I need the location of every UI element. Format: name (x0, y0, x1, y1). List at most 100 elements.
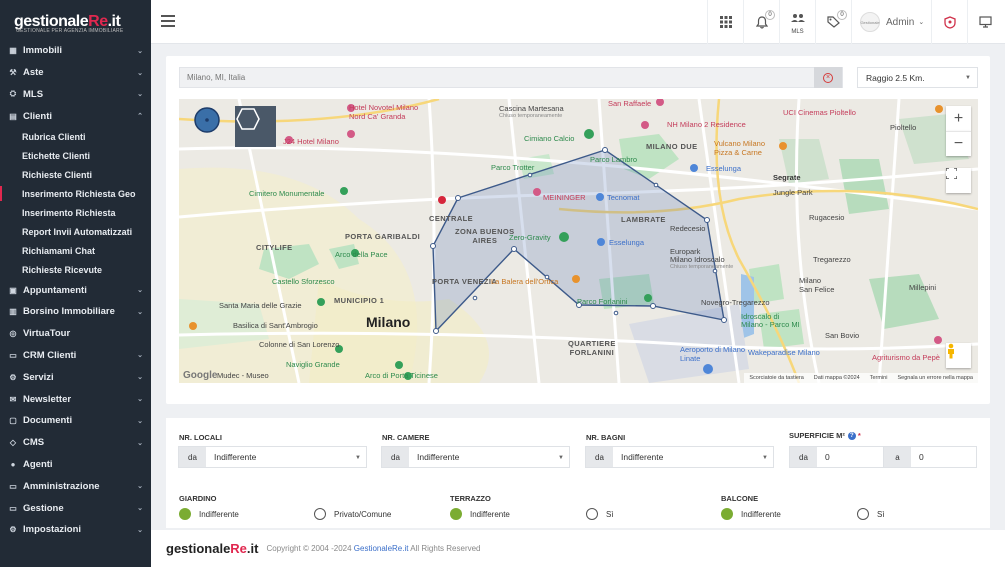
chevron-down-icon: ⌄ (137, 352, 143, 360)
map-label-segrate: Segrate (773, 173, 801, 182)
attrib-shortcuts[interactable]: Scorciatoie da tastiera (749, 375, 803, 381)
sidebar-item-crm-clienti[interactable]: ▭ CRM Clienti ⌄ (0, 345, 151, 367)
sidebar-subitem-inserimento-richiesta[interactable]: Inserimento Richiesta (0, 203, 151, 222)
cms-icon: ◇ (9, 438, 17, 448)
sidebar-item-clienti[interactable]: ▤ Clienti ⌃ (0, 105, 151, 127)
map-label-meininger: MEININGER (543, 193, 586, 202)
map-label-zero-gravity: Zero-Gravity (509, 233, 551, 242)
chevron-down-icon: ⌄ (137, 91, 143, 99)
chevron-down-icon: ⌄ (137, 47, 143, 55)
logo[interactable]: gestionaleRe.it (0, 0, 151, 44)
mls-button[interactable]: MLS (779, 0, 815, 44)
map-label-cimiano: Cimiano Calcio (524, 134, 575, 143)
sidebar-item-virtuatour[interactable]: ◎ VirtuaTour (0, 323, 151, 345)
locali-select[interactable]: da Indifferente ▼ (178, 446, 367, 468)
map-label-pioltello: Pioltello (890, 123, 917, 132)
attrib-report[interactable]: Segnala un errore nella mappa (897, 375, 973, 381)
terrazzo-opt1-label: Indifferente (470, 509, 510, 519)
superficie-from-field[interactable]: da 0 (789, 446, 884, 468)
circle-tool-button[interactable] (193, 106, 234, 147)
gestione-icon: ▭ (9, 503, 17, 513)
caret-down-icon: ▼ (355, 455, 361, 461)
sidebar-item-documenti[interactable]: ▢ Documenti ⌄ (0, 410, 151, 432)
sidebar-subitem-report-invii-automatizzati[interactable]: Report Invii Automatizzati (0, 222, 151, 241)
caret-down-icon: ▼ (965, 75, 971, 81)
footer-link[interactable]: GestionaleRe.it (354, 544, 409, 553)
attrib-terms[interactable]: Termini (870, 375, 888, 381)
radio-checked-icon (721, 508, 733, 520)
sidebar-subitem-inserimento-richiesta-geo[interactable]: Inserimento Richiesta Geo (0, 184, 151, 203)
balcone-opt2-radio[interactable]: Sì (857, 508, 885, 520)
map-label-redecesio: Redecesio (670, 224, 706, 233)
zoom-in-button[interactable]: + (946, 106, 971, 131)
map-label-mudec: Mudec - Museo (217, 371, 269, 380)
location-search: × (179, 67, 843, 88)
notifications-button[interactable]: 0 (743, 0, 779, 44)
sidebar-menu: ▦ Immobili ⌄ ⚒ Aste ⌄ ⛭ MLS ⌄ ▤ Clienti ⌃ Rubrica Cl… (0, 40, 151, 541)
grid-icon (719, 16, 732, 28)
sidebar-item-aste[interactable]: ⚒ Aste ⌄ (0, 62, 151, 84)
users-icon (790, 14, 805, 22)
search-input[interactable] (180, 68, 816, 87)
sidebar-subitem-richieste-clienti[interactable]: Richieste Clienti (0, 165, 151, 184)
sidebar-subitem-etichette-clienti[interactable]: Etichette Clienti (0, 146, 151, 165)
attrib-data: Dati mappa ©2024 (813, 375, 860, 381)
superficie-to-prefix: a (884, 447, 911, 467)
map-label-castello: Castello Sforzesco (272, 277, 335, 286)
map-label-nh: NH Milano 2 Residence (667, 120, 746, 129)
sidebar-item-borsino-immobiliare[interactable]: ▥ Borsino Immobiliare ⌄ (0, 301, 151, 323)
label-terrazzo: TERRAZZO (450, 494, 491, 503)
map-label-san-felice: Milano San Felice (799, 276, 835, 294)
sidebar-item-agenti[interactable]: ● Agenti (0, 454, 151, 476)
sidebar-item-label: MLS (23, 88, 44, 100)
sidebar-item-newsletter[interactable]: ✉ Newsletter ⌄ (0, 388, 151, 410)
terrazzo-opt2-radio[interactable]: Sì (586, 508, 614, 520)
sidebar-subitem-rubrica-clienti[interactable]: Rubrica Clienti (0, 127, 151, 146)
sidebar-item-cms[interactable]: ◇ CMS ⌄ (0, 432, 151, 454)
polygon-tool-button[interactable] (235, 106, 276, 147)
sidebar-item-mls[interactable]: ⛭ MLS ⌄ (0, 84, 151, 106)
sidebar-item-label: CRM Clienti (23, 349, 77, 361)
security-button[interactable] (931, 0, 967, 44)
bagni-select[interactable]: da Indifferente ▼ (585, 446, 774, 468)
sidebar-item-gestione[interactable]: ▭ Gestione ⌄ (0, 497, 151, 519)
chevron-down-icon: ⌄ (137, 396, 143, 404)
clipboard-icon: ▤ (9, 111, 17, 121)
apps-grid-button[interactable] (707, 0, 743, 44)
clear-search-button[interactable]: × (814, 67, 842, 88)
camere-select[interactable]: da Indifferente ▼ (381, 446, 570, 468)
calendar-icon: ▣ (9, 285, 17, 295)
sidebar-item-impostazioni[interactable]: ⚙ Impostazioni ⌄ (0, 519, 151, 541)
map-label-esselunga-2: Esselunga (609, 238, 645, 247)
shield-icon (943, 15, 956, 29)
superficie-to-field[interactable]: a 0 (883, 446, 977, 468)
map[interactable]: Hotel Novotel Milano Nord Ca' Granda Casc… (179, 99, 978, 383)
sidebar-subitem-richieste-ricevute[interactable]: Richieste Ricevute (0, 260, 151, 279)
sidebar-item-immobili[interactable]: ▦ Immobili ⌄ (0, 40, 151, 62)
fullscreen-icon (946, 168, 957, 179)
sidebar-subitem-richiamami-chat[interactable]: Richiamami Chat (0, 241, 151, 260)
sidebar-item-servizi[interactable]: ⚙ Servizi ⌄ (0, 366, 151, 388)
tags-button[interactable]: 0 (815, 0, 851, 44)
monitor-button[interactable] (967, 0, 1003, 44)
balcone-opt1-radio[interactable]: Indifferente (721, 508, 781, 520)
sidebar-item-label: Aste (23, 67, 44, 79)
sidebar-item-label: Agenti (23, 458, 53, 470)
map-label-citylife: CITYLIFE (256, 243, 293, 252)
help-icon[interactable]: ? (847, 431, 856, 440)
map-label-colonne: Colonne di San Lorenzo (259, 340, 340, 349)
filters-panel: NR. LOCALI da Indifferente ▼ NR. CAMERE d… (166, 418, 990, 528)
admin-menu[interactable]: Gestionale Admin ⌄ (851, 0, 935, 44)
terrazzo-opt1-radio[interactable]: Indifferente (450, 508, 510, 520)
sidebar-item-appuntamenti[interactable]: ▣ Appuntamenti ⌄ (0, 279, 151, 301)
giardino-opt1-radio[interactable]: Indifferente (179, 508, 239, 520)
hamburger-icon[interactable] (161, 15, 175, 30)
notifications-badge: 0 (765, 10, 775, 20)
street-view-button[interactable] (946, 343, 971, 368)
sidebar: gestionaleRe.it GESTIONALE PER AGENZIA I… (0, 0, 151, 567)
sidebar-item-amministrazione[interactable]: ▭ Amministrazione ⌄ (0, 475, 151, 497)
giardino-opt2-radio[interactable]: Privato/Comune (314, 508, 391, 520)
radius-select[interactable]: Raggio 2.5 Km. ▼ (857, 67, 978, 88)
zoom-out-button[interactable]: − (946, 131, 971, 156)
fullscreen-button[interactable] (946, 168, 971, 193)
